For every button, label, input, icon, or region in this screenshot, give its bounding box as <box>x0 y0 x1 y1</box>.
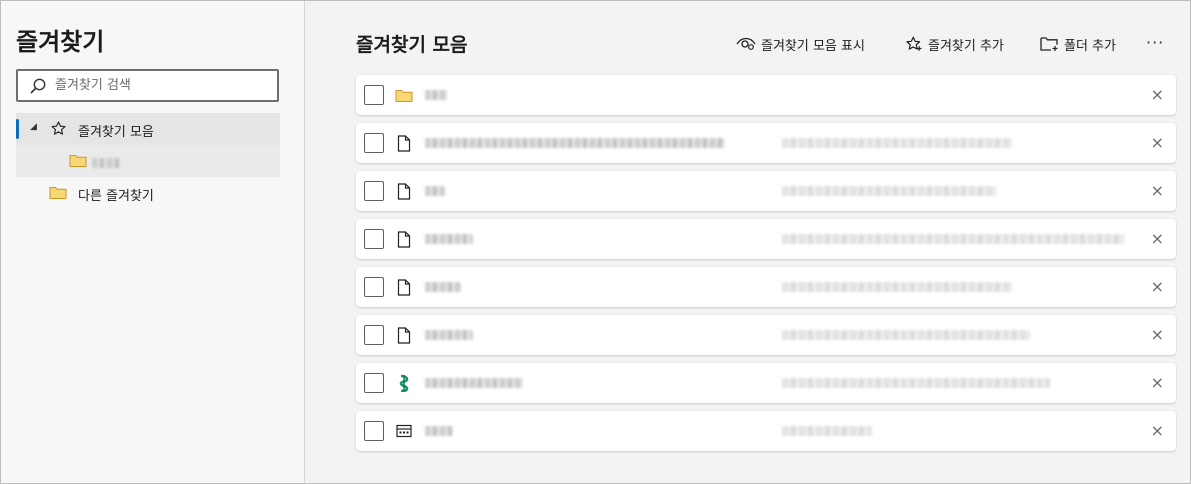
delete-icon[interactable]: × <box>1151 325 1164 344</box>
add-folder-label: 폴더 추가 <box>1064 38 1116 54</box>
list-item[interactable]: × <box>356 267 1176 307</box>
row-checkbox[interactable] <box>364 373 384 393</box>
item-name <box>425 375 523 391</box>
item-url <box>782 423 872 439</box>
add-favorite-action[interactable]: 즐겨찾기 추가 <box>905 35 1004 54</box>
item-name <box>425 231 473 247</box>
list-item[interactable]: × <box>356 411 1176 451</box>
item-name <box>425 279 461 295</box>
delete-icon[interactable]: × <box>1151 133 1164 152</box>
tree-item-favorites-bar[interactable]: ◢ 즐겨찾기 모음 <box>16 113 280 145</box>
row-checkbox[interactable] <box>364 277 384 297</box>
delete-icon[interactable]: × <box>1151 229 1164 248</box>
row-checkbox[interactable] <box>364 181 384 201</box>
add-folder-action[interactable]: 폴더 추가 <box>1040 35 1116 54</box>
item-url <box>782 135 1012 151</box>
item-name <box>425 135 725 151</box>
item-name <box>425 423 453 439</box>
page-title: 즐겨찾기 모음 <box>356 34 468 56</box>
window-icon <box>395 422 413 440</box>
list-item[interactable]: × <box>356 363 1176 403</box>
tree-label-subfolder <box>92 155 120 168</box>
item-name <box>425 87 447 103</box>
tree-label-favorites-bar: 즐겨찾기 모음 <box>78 125 154 140</box>
site-logo-icon <box>395 374 413 392</box>
folder-add-icon <box>1040 37 1058 51</box>
show-favorites-bar-action[interactable]: 즐겨찾기 모음 표시 <box>736 35 865 54</box>
delete-icon[interactable]: × <box>1151 277 1164 296</box>
row-checkbox[interactable] <box>364 421 384 441</box>
star-icon <box>50 120 67 137</box>
folder-icon <box>395 86 413 104</box>
item-url <box>782 231 1124 247</box>
list-item[interactable]: × <box>356 123 1176 163</box>
tree-item-other-favorites[interactable]: 다른 즐겨찾기 <box>16 177 280 209</box>
delete-icon[interactable]: × <box>1151 373 1164 392</box>
tree-item-subfolder[interactable] <box>16 145 280 177</box>
row-checkbox[interactable] <box>364 325 384 345</box>
delete-icon[interactable]: × <box>1151 85 1164 104</box>
item-name <box>425 183 445 199</box>
row-checkbox[interactable] <box>364 229 384 249</box>
folder-icon <box>49 185 67 200</box>
search-icon <box>27 75 49 97</box>
list-item[interactable]: × <box>356 171 1176 211</box>
tree-label-other-favorites: 다른 즐겨찾기 <box>78 189 154 204</box>
folder-icon <box>69 153 87 168</box>
add-favorite-button[interactable]: 즐겨찾기 추가 <box>905 34 1004 54</box>
star-add-icon <box>906 36 922 51</box>
search-box[interactable] <box>16 69 279 102</box>
list-item[interactable]: × <box>356 315 1176 355</box>
show-favorites-bar-label: 즐겨찾기 모음 표시 <box>761 38 865 54</box>
item-name <box>425 327 473 343</box>
item-url <box>782 375 1050 391</box>
list-item[interactable]: × <box>356 75 1176 115</box>
collapse-caret-icon[interactable]: ◢ <box>30 122 37 132</box>
page-icon <box>395 278 413 296</box>
item-url <box>782 279 1012 295</box>
page-icon <box>395 230 413 248</box>
item-url <box>782 327 1030 343</box>
add-folder-button[interactable]: 폴더 추가 <box>1040 34 1116 54</box>
add-favorite-label: 즐겨찾기 추가 <box>928 38 1004 54</box>
page-icon <box>395 182 413 200</box>
eye-settings-icon <box>736 37 756 50</box>
delete-icon[interactable]: × <box>1151 181 1164 200</box>
search-input[interactable] <box>55 78 255 93</box>
sidebar-title: 즐겨찾기 <box>16 28 105 56</box>
delete-icon[interactable]: × <box>1151 421 1164 440</box>
page-icon <box>395 326 413 344</box>
row-checkbox[interactable] <box>364 85 384 105</box>
page-icon <box>395 134 413 152</box>
show-favorites-bar-button[interactable]: 즐겨찾기 모음 표시 <box>736 34 865 54</box>
row-checkbox[interactable] <box>364 133 384 153</box>
list-item[interactable]: × <box>356 219 1176 259</box>
selection-indicator <box>16 119 19 139</box>
item-url <box>782 183 996 199</box>
more-options-button[interactable]: ··· <box>1146 33 1164 52</box>
